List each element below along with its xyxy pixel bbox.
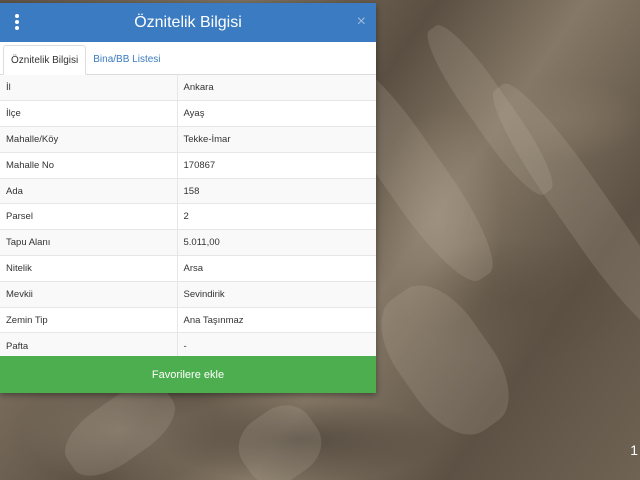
tab-attribute-info[interactable]: Öznitelik Bilgisi [3, 45, 87, 75]
tab-building-list[interactable]: Bina/BB Listesi [86, 44, 167, 74]
table-row: Tapu Alanı 5.011,00 [0, 229, 376, 256]
attribute-value: Arsa [177, 255, 376, 282]
attribute-value: 170867 [177, 151, 376, 179]
table-row: Mahalle No 170867 [0, 151, 376, 179]
attribute-key: Mevkii [0, 280, 178, 308]
table-row: Mevkii Sevindirik [0, 280, 376, 308]
add-to-favorites-button[interactable]: Favorilere ekle [0, 356, 376, 393]
table-row: Ada 158 [0, 177, 376, 204]
panel-title: Öznitelik Bilgisi [134, 13, 242, 31]
table-row: Parsel 2 [0, 203, 376, 230]
attribute-key: Nitelik [0, 255, 178, 282]
attribute-key: Mahalle/Köy [0, 126, 178, 153]
table-row: Nitelik Arsa [0, 255, 376, 282]
panel-header: Öznitelik Bilgisi × [0, 3, 376, 42]
attribute-key: Pafta [0, 332, 178, 359]
attribute-key: Mahalle No [0, 151, 178, 179]
attribute-value: Ayaş [177, 100, 376, 127]
attribute-key: Zemin Tip [0, 306, 178, 333]
attribute-info-panel: Öznitelik Bilgisi × Öznitelik Bilgisi Bi… [0, 3, 376, 393]
attribute-value: 158 [177, 177, 376, 204]
tab-bar: Öznitelik Bilgisi Bina/BB Listesi [0, 42, 376, 75]
attribute-value: 2 [177, 203, 376, 230]
attribute-value: Ana Taşınmaz [177, 306, 376, 333]
table-row: İlçe Ayaş [0, 100, 376, 127]
table-row: Zemin Tip Ana Taşınmaz [0, 306, 376, 333]
table-row: İl Ankara [0, 75, 376, 101]
attribute-value: Sevindirik [177, 280, 376, 308]
close-icon[interactable]: × [357, 13, 366, 31]
attribute-value: Ankara [177, 75, 376, 101]
attribute-value: 5.011,00 [177, 229, 376, 256]
table-row: Mahalle/Köy Tekke-İmar [0, 126, 376, 153]
table-row: Pafta - [0, 332, 376, 359]
vertical-dots-icon[interactable] [10, 12, 24, 32]
attribute-key: Parsel [0, 203, 178, 230]
map-scale-text: 1 [630, 442, 638, 458]
attribute-key: Ada [0, 177, 178, 204]
attribute-value: Tekke-İmar [177, 126, 376, 153]
attribute-key: İlçe [0, 100, 178, 127]
attribute-key: İl [0, 75, 178, 101]
attribute-key: Tapu Alanı [0, 229, 178, 256]
attribute-table: İl Ankara İlçe Ayaş Mahalle/Köy Tekke-İmar … [0, 75, 376, 359]
attribute-value: - [177, 332, 376, 359]
